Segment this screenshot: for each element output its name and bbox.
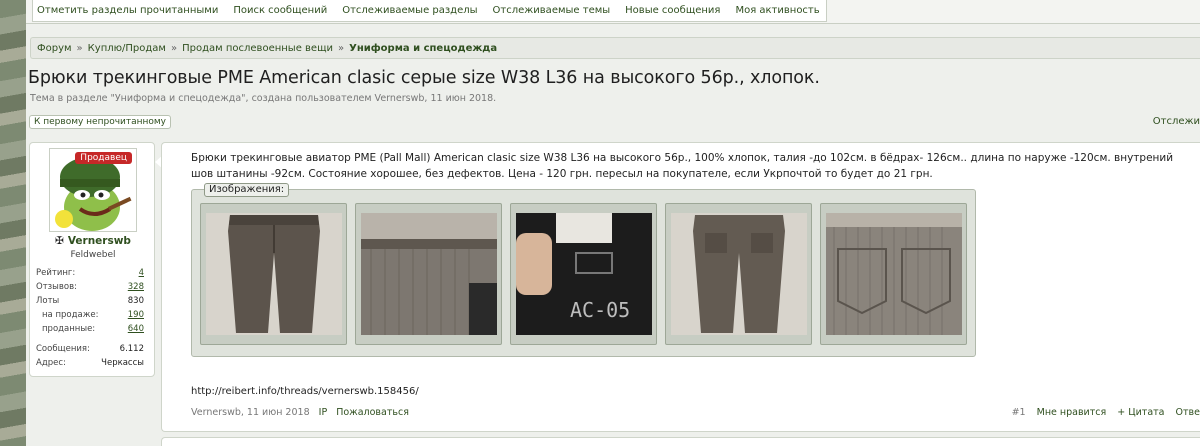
message-author[interactable]: Vernerswb [191, 407, 241, 418]
attached-images: Изображения: AC-05 [191, 183, 976, 357]
search-messages-link[interactable]: Поиск сообщений [233, 5, 327, 16]
thread-url[interactable]: http://reibert.info/threads/vernerswb.15… [191, 386, 419, 397]
waistband-closeup-image [360, 213, 497, 335]
stat-label: на продаже: [42, 310, 99, 320]
page-background-camo [0, 0, 26, 446]
my-activity-link[interactable]: Моя активность [735, 5, 819, 16]
breadcrumb-forum[interactable]: Форум [37, 43, 72, 54]
like-button[interactable]: Мне нравится [1037, 407, 1107, 418]
watched-forums-link[interactable]: Отслеживаемые разделы [342, 5, 477, 16]
breadcrumb-current[interactable]: Униформа и спецодежда [349, 43, 497, 54]
avatar[interactable]: Продавец [49, 148, 137, 232]
image-print-text: AC-05 [570, 298, 630, 322]
username[interactable]: ✠ Vernerswb [30, 235, 156, 247]
first-unread-button[interactable]: К первому непрочитанному [29, 115, 172, 129]
breadcrumb-separator: » [76, 42, 83, 54]
inner-label-image: AC-05 [515, 213, 652, 335]
image-thumbnail[interactable] [820, 203, 967, 345]
stat-label: Адрес: [36, 358, 66, 368]
stat-sold: проданные: 640 [36, 322, 144, 336]
breadcrumb-buy-sell[interactable]: Куплю/Продам [88, 43, 166, 54]
image-thumbnail[interactable] [200, 203, 347, 345]
username-text[interactable]: Vernerswb [68, 235, 131, 247]
stat-value: Черкассы [101, 358, 144, 368]
stat-value[interactable]: 328 [128, 280, 144, 294]
ip-link[interactable]: IP [319, 407, 328, 418]
reply-button[interactable]: Отве [1176, 407, 1200, 418]
stat-reviews: Отзывов: 328 [36, 280, 144, 294]
seller-badge: Продавец [75, 152, 132, 164]
stat-label: Сообщения: [36, 344, 90, 354]
new-posts-link[interactable]: Новые сообщения [625, 5, 720, 16]
image-thumbnail[interactable] [355, 203, 502, 345]
mark-forums-read-link[interactable]: Отметить разделы прочитанными [37, 5, 218, 16]
user-stats: Рейтинг: 4 Отзывов: 328 Лоты 830 на продаже… [36, 266, 144, 370]
thread-title: Брюки трекинговые PME American clasic се… [28, 68, 820, 88]
message-text: Брюки трекинговые авиатор PME (Pall Mall… [191, 152, 1174, 180]
forum-page: Отметить разделы прочитанными Поиск сооб… [26, 0, 1200, 446]
breadcrumb-separator: » [338, 42, 345, 54]
message-meta: Vernerswb, 11 июн 2018 IP Пожаловаться [191, 407, 409, 418]
user-rank: Feldwebel [70, 250, 116, 260]
stat-address: Адрес: Черкассы [36, 356, 144, 370]
stat-rating: Рейтинг: 4 [36, 266, 144, 280]
attached-images-label: Изображения: [204, 183, 290, 197]
breadcrumb-postwar-items[interactable]: Продам послевоенные вещи [182, 43, 333, 54]
message-actions: #1 Мне нравится + Цитата Отве [1004, 407, 1200, 418]
watch-thread-link[interactable]: Отслежи [1153, 116, 1200, 127]
breadcrumb-separator: » [170, 42, 178, 54]
stat-value[interactable]: 4 [139, 266, 144, 280]
image-thumbnail[interactable]: AC-05 [510, 203, 657, 345]
image-thumbnail[interactable] [665, 203, 812, 345]
stat-label: проданные: [42, 324, 96, 334]
top-navigation: Отметить разделы прочитанными Поиск сооб… [26, 0, 1200, 24]
stat-on-sale: на продаже: 190 [36, 308, 144, 322]
stat-lots: Лоты 830 [36, 294, 144, 308]
iron-cross-icon: ✠ [55, 235, 64, 247]
watched-threads-link[interactable]: Отслеживаемые темы [493, 5, 611, 16]
stat-messages: Сообщения: 6.112 [36, 342, 144, 356]
breadcrumb: Форум » Куплю/Продам » Продам послевоенн… [30, 37, 1200, 59]
stat-value[interactable]: 640 [128, 322, 144, 336]
stat-label: Лоты [36, 296, 60, 306]
trousers-back-image [670, 213, 807, 335]
back-pocket-image [825, 213, 962, 335]
message-post: Брюки трекинговые авиатор PME (Pall Mall… [161, 142, 1200, 432]
trousers-front-image [205, 213, 342, 335]
user-info-panel: Продавец ✠ Vernerswb Feldwebel Рейтинг: 4 … [29, 142, 155, 377]
top-navigation-links: Отметить разделы прочитанными Поиск сооб… [32, 0, 827, 22]
stat-label: Рейтинг: [36, 268, 76, 278]
report-link[interactable]: Пожаловаться [336, 407, 409, 418]
stat-value: 830 [127, 296, 144, 306]
post-number[interactable]: #1 [1012, 407, 1026, 418]
stat-value: 6.112 [119, 344, 144, 354]
stat-label: Отзывов: [36, 282, 77, 292]
thread-subtitle: Тема в разделе "Униформа и спецодежда", … [30, 93, 497, 104]
message-date[interactable]: 11 июн 2018 [247, 407, 310, 418]
stat-value[interactable]: 190 [128, 308, 144, 322]
quote-button[interactable]: + Цитата [1117, 407, 1164, 418]
next-message-edge [161, 437, 1200, 446]
